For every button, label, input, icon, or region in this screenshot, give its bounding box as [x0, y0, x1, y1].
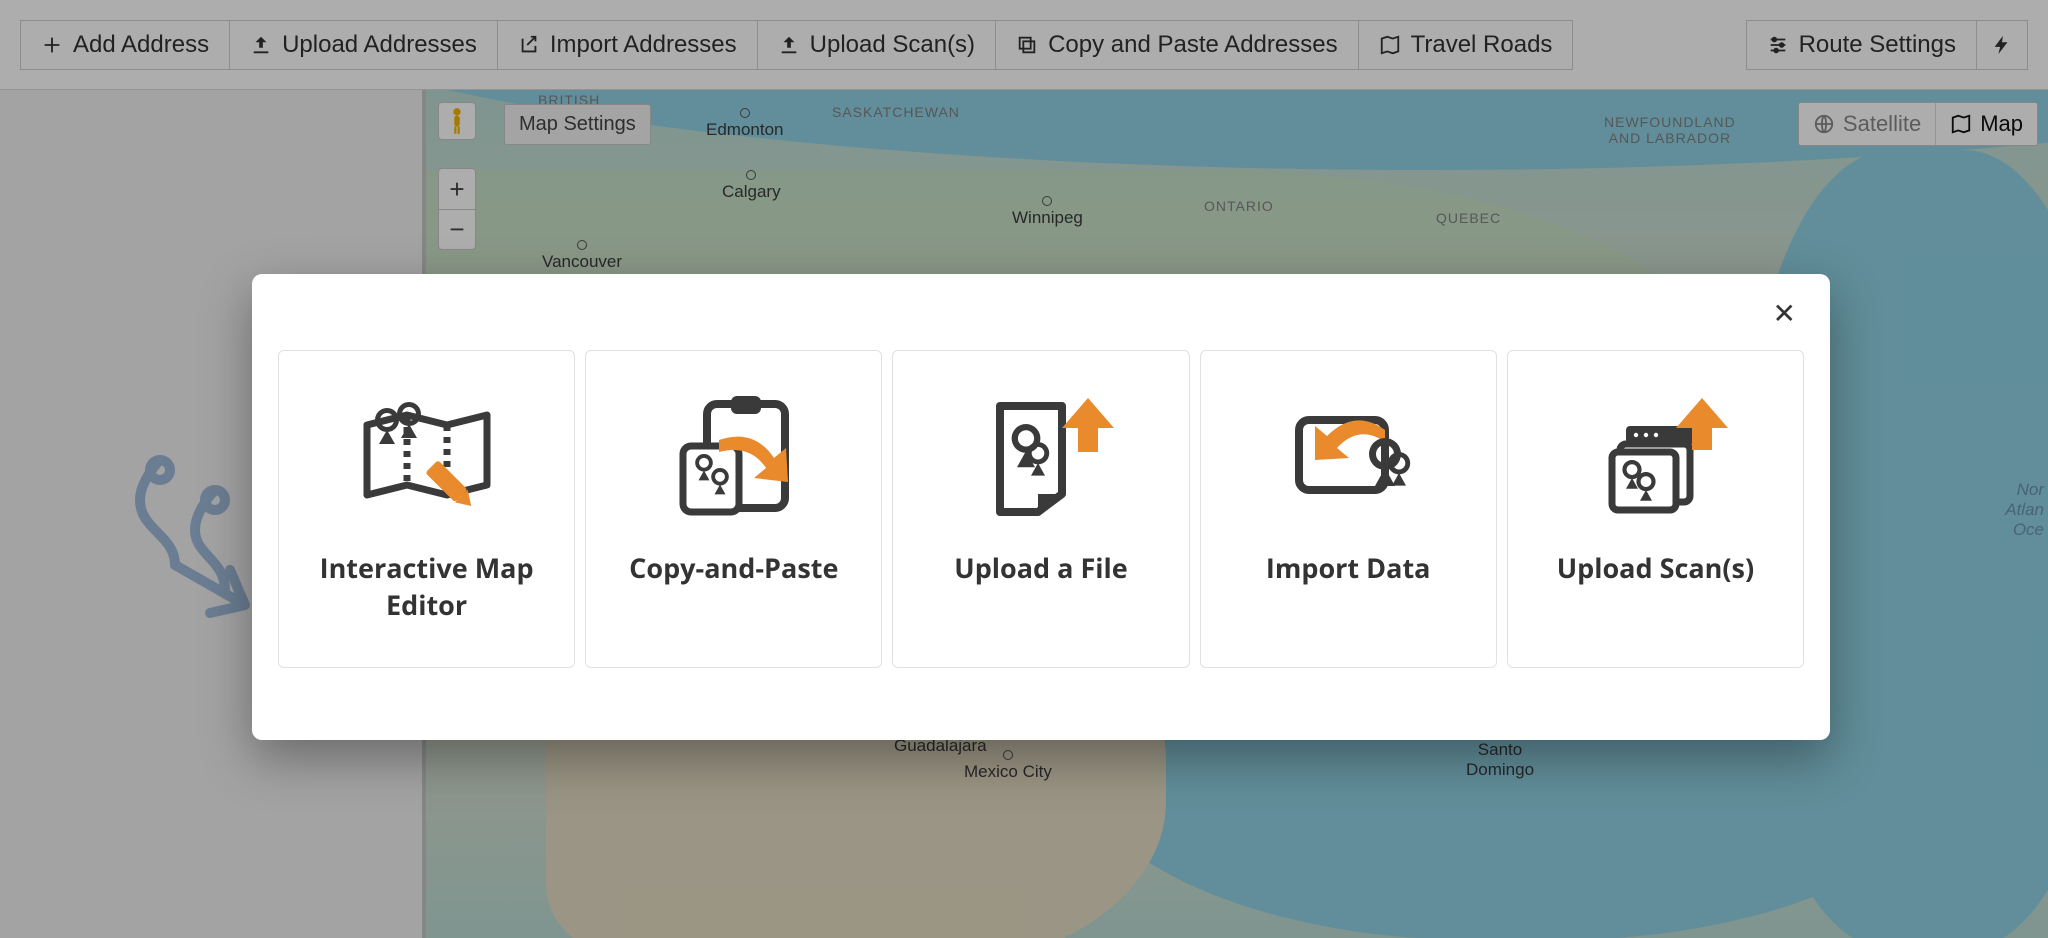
card-title: Import Data — [1266, 549, 1431, 586]
file-upload-icon — [966, 377, 1116, 533]
card-copy-and-paste[interactable]: Copy-and-Paste — [585, 350, 882, 668]
modal-close-button[interactable]: ✕ — [1767, 296, 1802, 331]
clipboard-paste-icon — [659, 377, 809, 533]
card-interactive-map-editor[interactable]: Interactive Map Editor — [278, 350, 575, 668]
modal-cards: Interactive Map Editor Copy-and-Paste — [278, 350, 1804, 668]
close-icon: ✕ — [1773, 298, 1796, 329]
card-upload-a-file[interactable]: Upload a File — [892, 350, 1189, 668]
card-upload-scans[interactable]: Upload Scan(s) — [1507, 350, 1804, 668]
card-import-data[interactable]: Import Data — [1200, 350, 1497, 668]
import-data-icon — [1273, 377, 1423, 533]
card-title: Interactive Map Editor — [289, 549, 564, 623]
card-title: Copy-and-Paste — [629, 549, 838, 586]
card-title: Upload a File — [954, 549, 1127, 586]
add-data-modal: ✕ Interactive — [252, 274, 1830, 740]
map-editor-icon — [352, 377, 502, 533]
card-title: Upload Scan(s) — [1557, 549, 1754, 586]
upload-scans-icon — [1580, 377, 1730, 533]
